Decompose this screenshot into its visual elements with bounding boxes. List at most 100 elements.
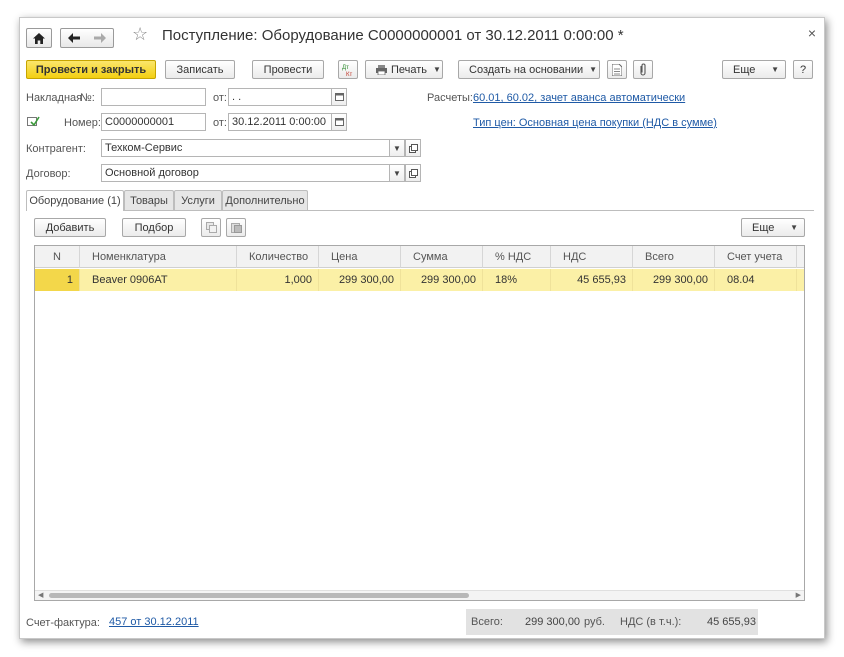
tab-additional[interactable]: Дополнительно bbox=[222, 190, 308, 210]
table-header: N Номенклатура Количество Цена Сумма % Н… bbox=[35, 246, 804, 268]
back-button[interactable] bbox=[68, 33, 80, 43]
column-header[interactable]: Всего bbox=[633, 246, 715, 268]
chevron-down-icon: ▼ bbox=[393, 143, 401, 153]
counterparty-open-button[interactable] bbox=[405, 139, 421, 157]
column-header[interactable]: Номенклатура bbox=[80, 246, 237, 268]
invoice-label: Накладная bbox=[26, 92, 83, 104]
create-based-on-label: Создать на основании bbox=[469, 63, 584, 76]
contract-open-button[interactable] bbox=[405, 164, 421, 182]
contract-label: Договор: bbox=[26, 168, 71, 180]
account-cell[interactable]: 08.04 bbox=[715, 269, 797, 291]
column-header[interactable]: НДС bbox=[551, 246, 633, 268]
home-button[interactable] bbox=[26, 28, 52, 48]
copy-row-button[interactable] bbox=[201, 218, 221, 237]
invoice-footer-label: Счет-фактура: bbox=[26, 617, 100, 629]
svg-text:Кт: Кт bbox=[346, 72, 352, 77]
horizontal-scrollbar[interactable]: ◀ ▶ bbox=[35, 590, 804, 600]
post-and-close-button[interactable]: Провести и закрыть bbox=[26, 60, 156, 79]
chevron-down-icon: ▼ bbox=[393, 168, 401, 178]
contract-dropdown-button[interactable]: ▼ bbox=[389, 164, 405, 182]
document-status-icon bbox=[27, 116, 40, 130]
table-more-label: Еще bbox=[752, 221, 775, 234]
settlements-label: Расчеты: bbox=[427, 92, 473, 104]
report-button[interactable] bbox=[607, 60, 627, 79]
more-button[interactable]: Еще ▼ bbox=[722, 60, 786, 79]
total-cell[interactable]: 299 300,00 bbox=[633, 269, 715, 291]
vat-label: НДС (в т.ч.): bbox=[620, 616, 682, 628]
invoice-no-label: №: bbox=[80, 92, 95, 104]
tab-equipment[interactable]: Оборудование (1) bbox=[26, 190, 124, 211]
column-header[interactable]: N bbox=[35, 246, 80, 268]
attach-button[interactable] bbox=[633, 60, 653, 79]
total-value: 299 300,00 bbox=[525, 616, 581, 628]
document-window: ☆ Поступление: Оборудование С0000000001 … bbox=[19, 17, 825, 639]
create-based-on-button[interactable]: Создать на основании ▼ bbox=[458, 60, 600, 79]
column-header[interactable]: Количество bbox=[237, 246, 319, 268]
printer-icon bbox=[376, 64, 387, 75]
column-header[interactable]: Сумма bbox=[401, 246, 483, 268]
column-header[interactable]: Счет учета bbox=[715, 246, 797, 268]
total-label: Всего: bbox=[471, 616, 503, 628]
scrollbar-thumb[interactable] bbox=[49, 593, 469, 598]
open-window-icon bbox=[408, 143, 418, 153]
contract-input[interactable]: Основной договор bbox=[101, 164, 390, 182]
close-icon[interactable]: × bbox=[808, 25, 816, 41]
price-type-link[interactable]: Тип цен: Основная цена покупки (НДС в су… bbox=[473, 117, 717, 129]
counterparty-dropdown-button[interactable]: ▼ bbox=[389, 139, 405, 157]
star-icon[interactable]: ☆ bbox=[132, 24, 148, 45]
price-cell[interactable]: 299 300,00 bbox=[319, 269, 401, 291]
help-button[interactable]: ? bbox=[793, 60, 813, 79]
print-button[interactable]: Печать ▼ bbox=[365, 60, 443, 79]
row-number: 1 bbox=[35, 269, 80, 291]
chevron-down-icon: ▼ bbox=[433, 65, 441, 74]
document-icon bbox=[612, 63, 622, 76]
print-label: Печать bbox=[391, 63, 428, 76]
add-row-button[interactable]: Добавить bbox=[34, 218, 106, 237]
sum-cell[interactable]: 299 300,00 bbox=[401, 269, 483, 291]
column-header[interactable]: % НДС bbox=[483, 246, 551, 268]
vat-cell[interactable]: 45 655,93 bbox=[551, 269, 633, 291]
column-header[interactable]: Цена bbox=[319, 246, 401, 268]
tab-goods[interactable]: Товары bbox=[124, 190, 174, 210]
chevron-down-icon: ▼ bbox=[589, 65, 598, 74]
paste-row-button[interactable] bbox=[226, 218, 246, 237]
more-label: Еще bbox=[733, 63, 756, 76]
open-window-icon bbox=[408, 168, 418, 178]
table-more-button[interactable]: Еще ▼ bbox=[741, 218, 805, 237]
forward-button[interactable] bbox=[94, 33, 106, 43]
invoice-date-input[interactable]: . . bbox=[228, 88, 332, 106]
number-input[interactable]: С0000000001 bbox=[101, 113, 206, 131]
vat-rate-cell[interactable]: 18% bbox=[483, 269, 551, 291]
paste-icon bbox=[230, 223, 242, 233]
settlements-link[interactable]: 60.01, 60.02, зачет аванса автоматически bbox=[473, 92, 685, 104]
dtkt-button[interactable]: Дт Кт bbox=[338, 60, 358, 79]
copy-icon bbox=[205, 222, 217, 233]
post-button[interactable]: Провести bbox=[252, 60, 324, 79]
date-input[interactable]: 30.12.2011 0:00:00 bbox=[228, 113, 332, 131]
pick-button[interactable]: Подбор bbox=[122, 218, 186, 237]
home-icon bbox=[33, 32, 45, 44]
paperclip-icon bbox=[640, 63, 646, 76]
save-button[interactable]: Записать bbox=[165, 60, 235, 79]
nomenclature-cell[interactable]: Beaver 0906AT bbox=[80, 269, 237, 291]
counterparty-label: Контрагент: bbox=[26, 143, 86, 155]
invoice-calendar-button[interactable] bbox=[331, 88, 347, 106]
currency-label: руб. bbox=[584, 616, 605, 628]
calendar-icon bbox=[334, 118, 344, 126]
chevron-down-icon: ▼ bbox=[790, 223, 798, 232]
quantity-cell[interactable]: 1,000 bbox=[237, 269, 319, 291]
print-label-wrap: Печать bbox=[376, 64, 427, 76]
invoice-number-input[interactable] bbox=[101, 88, 206, 106]
invoice-footer-link[interactable]: 457 от 30.12.2011 bbox=[109, 616, 199, 628]
scroll-right-icon[interactable]: ▶ bbox=[796, 591, 801, 600]
number-label: Номер: bbox=[64, 117, 101, 129]
counterparty-input[interactable]: Техком-Сервис bbox=[101, 139, 390, 157]
date-from-label: от: bbox=[213, 117, 227, 129]
table-row[interactable]: 1 Beaver 0906AT 1,000 299 300,00 299 300… bbox=[35, 269, 804, 291]
scroll-left-icon[interactable]: ◀ bbox=[38, 591, 43, 600]
arrow-right-icon bbox=[94, 33, 106, 43]
date-calendar-button[interactable] bbox=[331, 113, 347, 131]
arrow-left-icon bbox=[68, 33, 80, 43]
totals-panel: Всего: 299 300,00 руб. НДС (в т.ч.): 45 … bbox=[466, 609, 758, 635]
tab-services[interactable]: Услуги bbox=[174, 190, 222, 210]
